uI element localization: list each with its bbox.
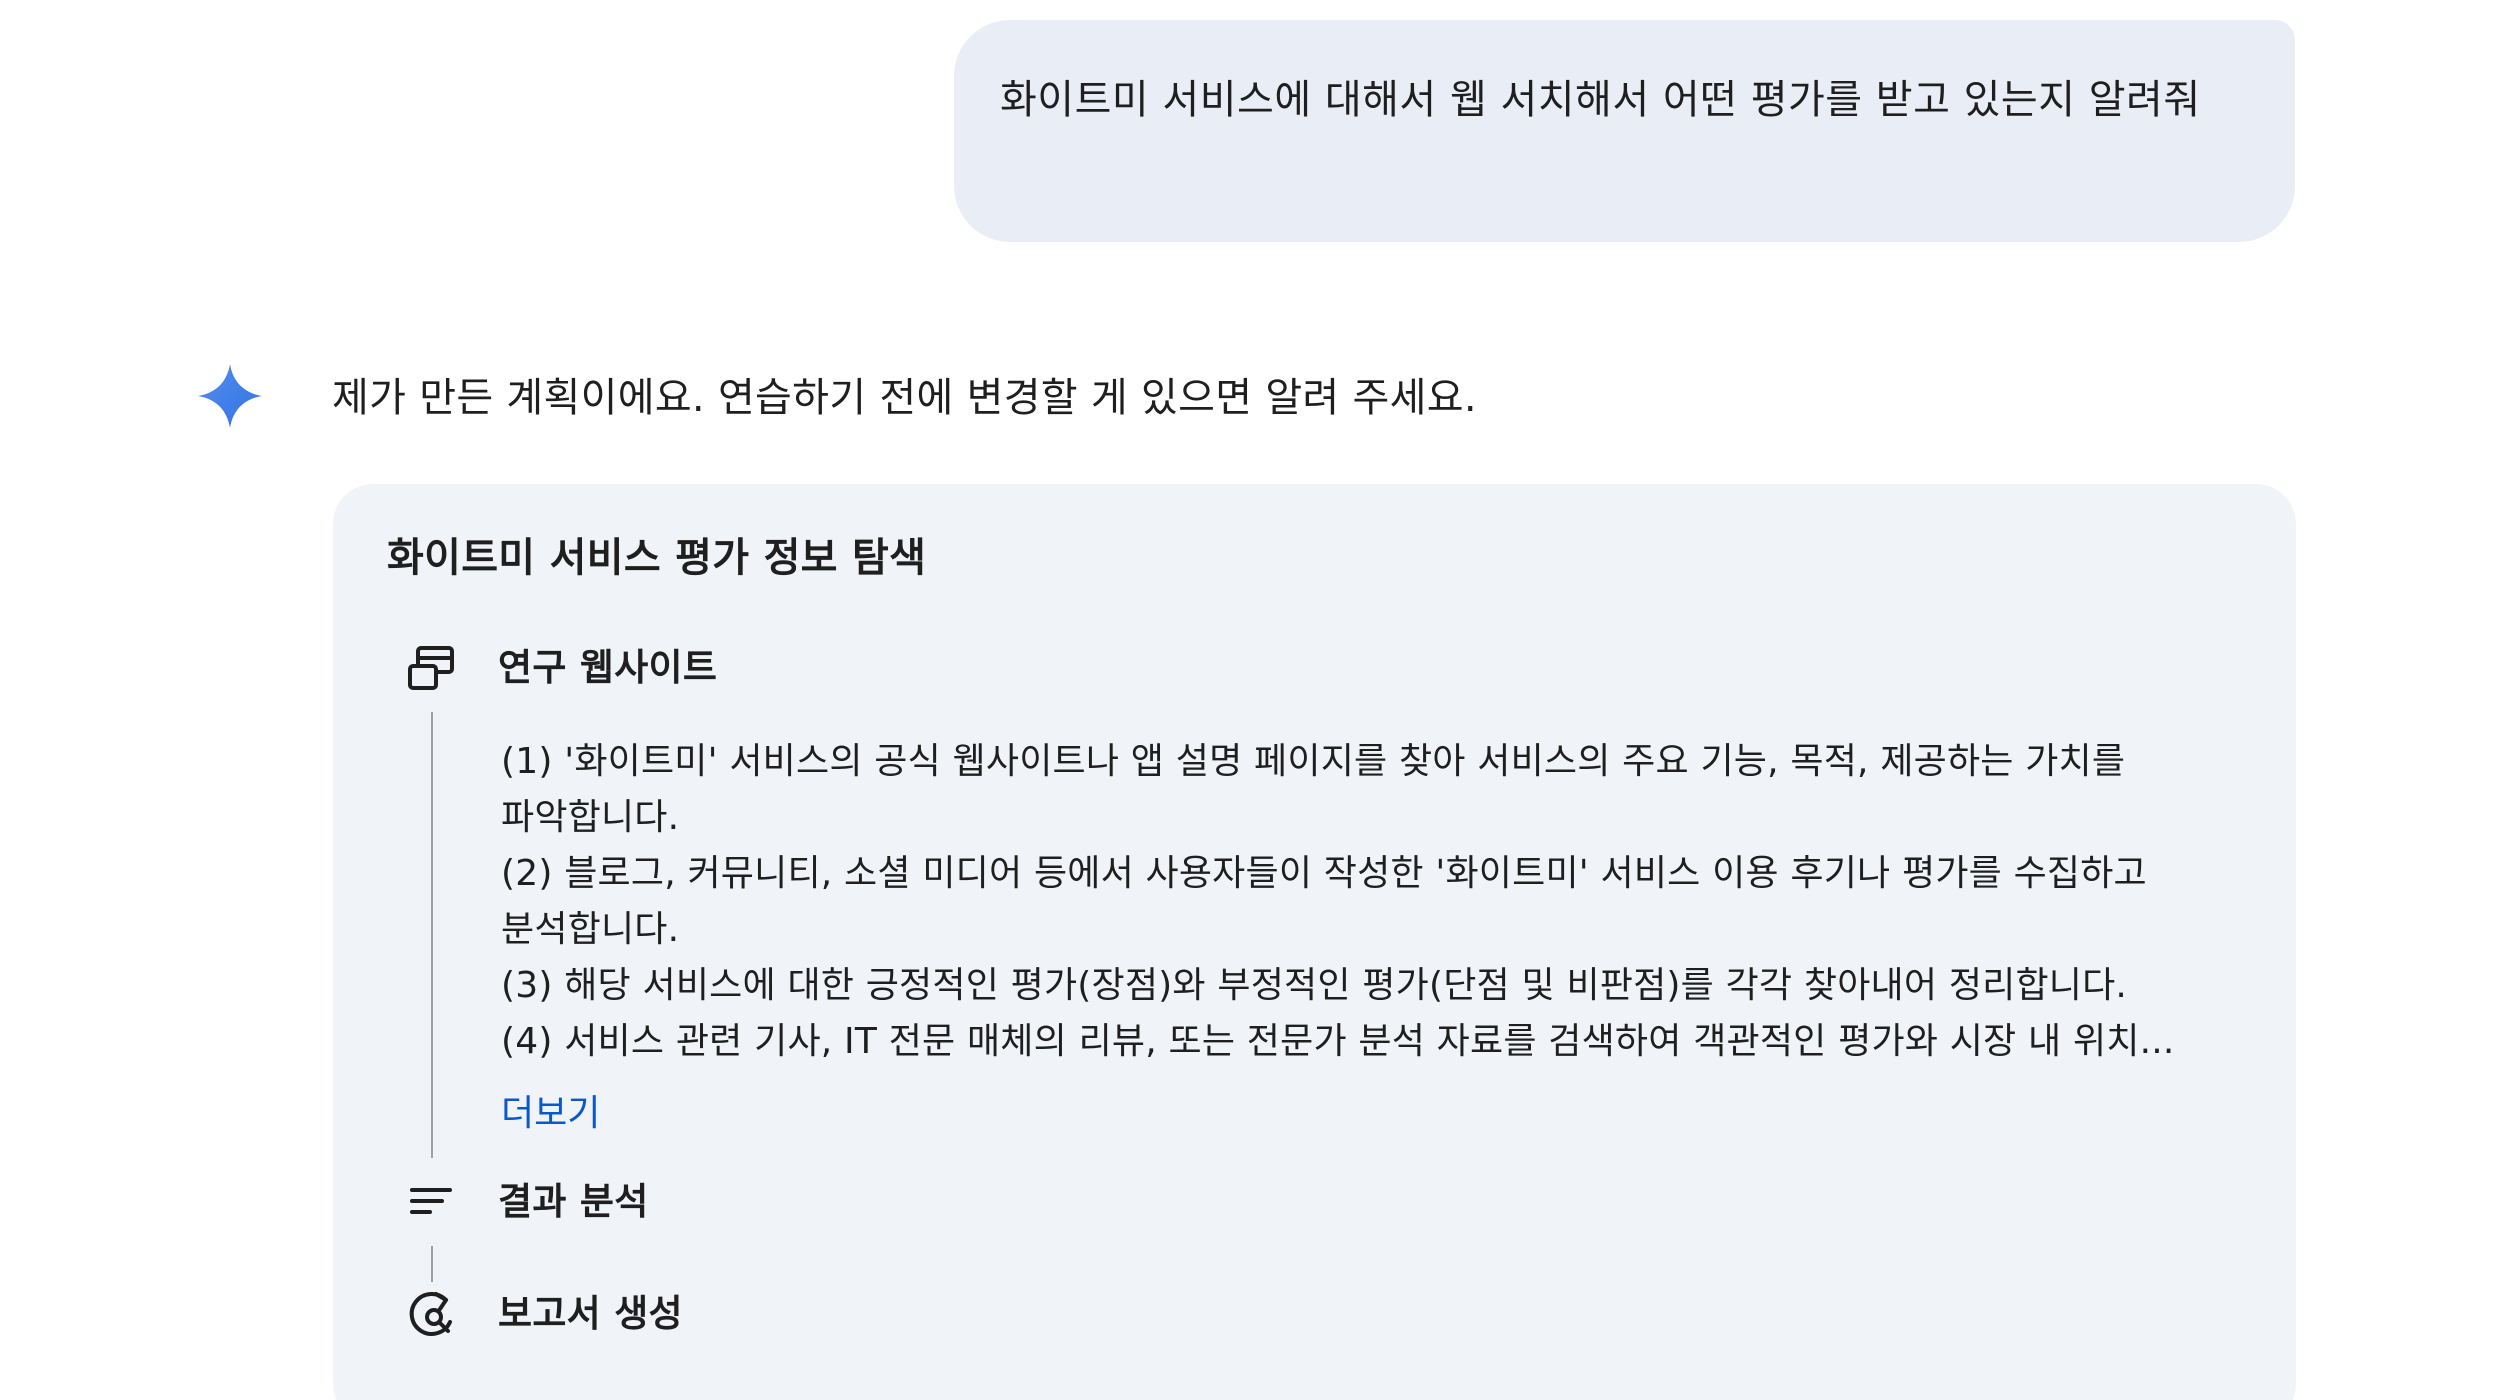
analyze-results-icon xyxy=(410,1188,452,1214)
plan-item-1: (1) '화이트미' 서비스의 공식 웹사이트나 앱 설명 페이지를 찾아 서비… xyxy=(501,741,2126,838)
assistant-intro-text: 제가 만든 계획이에요. 연습하기 전에 변경할 게 있으면 알려 주세요. xyxy=(332,375,1477,421)
gemini-spark-icon xyxy=(198,364,262,428)
create-report-icon xyxy=(409,1292,452,1336)
web-research-icon xyxy=(408,646,454,690)
user-message-bubble: 화이트미 서비스에 대해서 웹 서치해서 어떤 평가를 받고 있는지 알려줘 xyxy=(954,20,2295,242)
plan-item-4: (4) 서비스 관련 기사, IT 전문 매체의 리뷰, 또는 전문가 분석 자… xyxy=(501,1021,2175,1062)
plan-item-2: (2) 블로그, 커뮤니티, 소셜 미디어 등에서 사용자들이 작성한 '화이트… xyxy=(501,853,2147,950)
step-label-create-report: 보고서 생성 xyxy=(498,1292,683,1335)
show-more-link[interactable]: 더보기 xyxy=(501,1088,600,1140)
chat-page: 화이트미 서비스에 대해서 웹 서치해서 어떤 평가를 받고 있는지 알려줘 제… xyxy=(0,0,2520,1400)
step-description: (1) '화이트미' 서비스의 공식 웹사이트나 앱 설명 페이지를 찾아 서비… xyxy=(501,734,2241,1070)
plan-item-3: (3) 해당 서비스에 대한 긍정적인 평가(장점)와 부정적인 평가(단점 및… xyxy=(501,965,2128,1006)
plan-title: 화이트미 서비스 평가 정보 탐색 xyxy=(387,535,927,581)
step-rail xyxy=(431,1246,433,1282)
step-rail xyxy=(431,712,433,1158)
research-plan-card: 화이트미 서비스 평가 정보 탐색 연구 웹사이트 (1) '화이트미' 서비스… xyxy=(333,484,2296,1400)
step-label-analyze-results: 결과 분석 xyxy=(498,1180,649,1223)
step-label-research-websites: 연구 웹사이트 xyxy=(498,646,718,689)
user-message-text: 화이트미 서비스에 대해서 웹 서치해서 어떤 평가를 받고 있는지 알려줘 xyxy=(1000,77,2201,123)
